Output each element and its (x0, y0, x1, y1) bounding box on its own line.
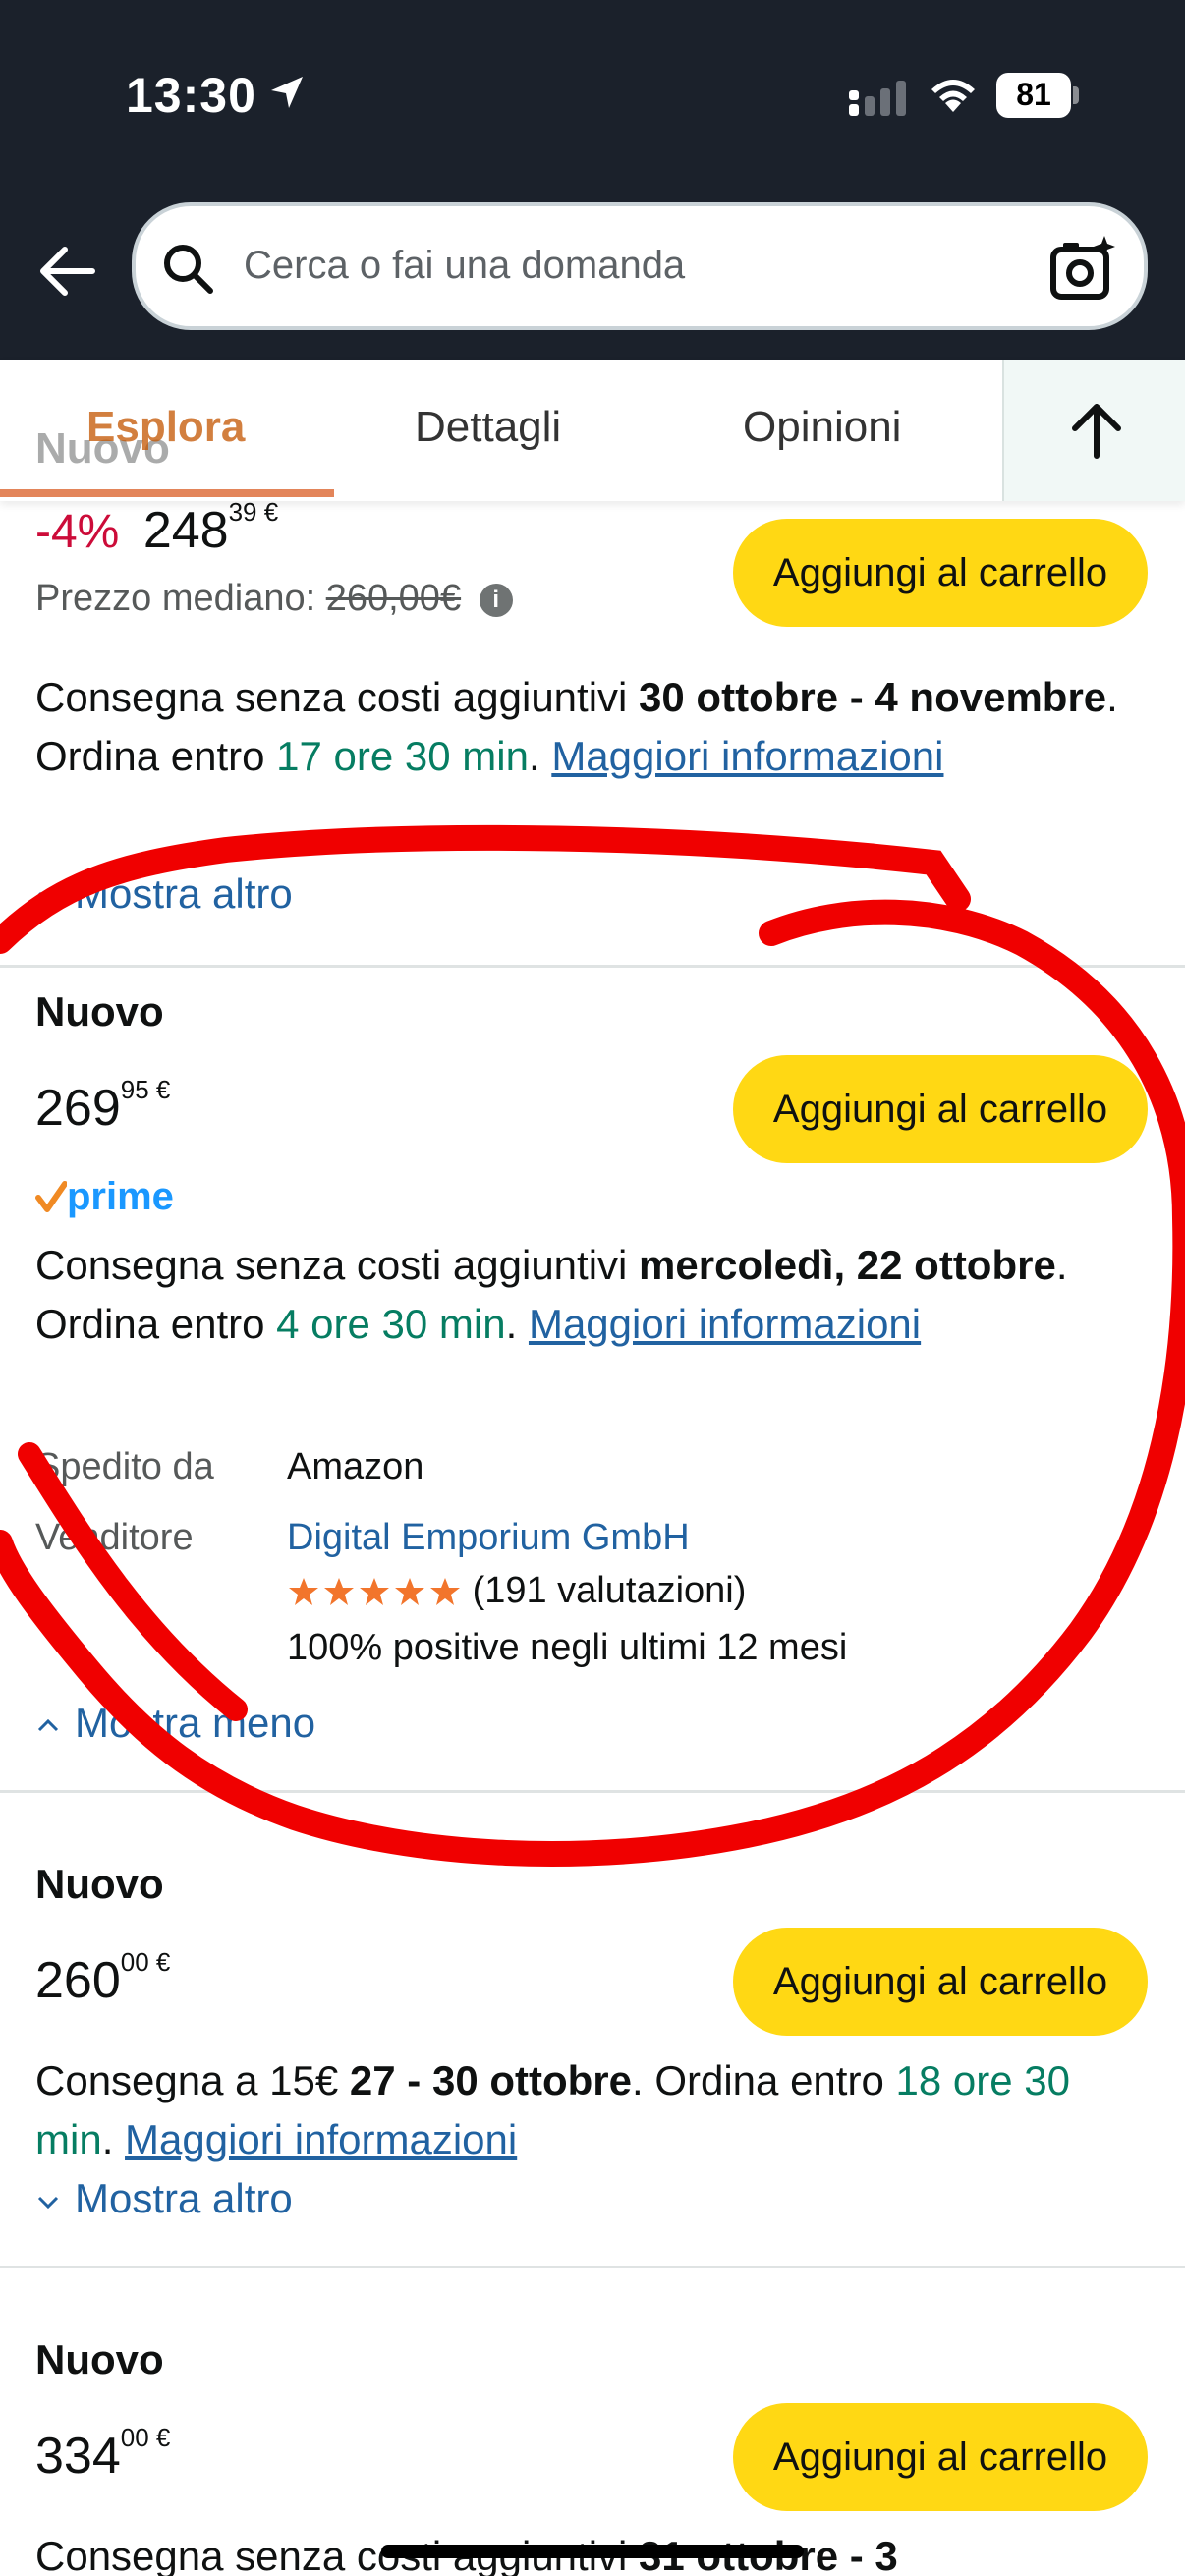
home-indicator (381, 2545, 804, 2558)
rating-count: (191 valutazioni) (472, 1570, 747, 1611)
more-info-link[interactable]: Maggiori informazioni (551, 733, 943, 779)
add-to-cart-button[interactable]: Aggiungi al carrello (733, 519, 1148, 627)
price-currency: € (155, 1947, 171, 1977)
delivery-prefix: Consegna senza costi aggiuntivi (35, 674, 640, 720)
delivery-prefix: Consegna a 15€ (35, 2057, 350, 2103)
discount-badge: -4% (35, 506, 120, 558)
offer-price: 26995 € (35, 1075, 170, 1138)
price-whole: 248 (142, 502, 229, 559)
tab-opinioni[interactable]: Opinioni (743, 403, 901, 452)
chevron-down-icon (37, 2196, 59, 2210)
tab-esplora[interactable]: Esplora (86, 403, 245, 452)
divider (0, 965, 1185, 968)
prime-check-icon (35, 1181, 68, 1212)
median-price-value: 260,00€ (325, 578, 462, 619)
price-currency: € (155, 1075, 171, 1104)
delivery-date: 27 - 30 ottobre (349, 2057, 632, 2103)
chevron-down-icon (37, 891, 59, 905)
delivery-date: 30 ottobre - 4 novembre (639, 674, 1107, 720)
scroll-to-top-button[interactable] (1002, 360, 1185, 501)
show-more-toggle[interactable]: Mostra altro (35, 2175, 293, 2222)
shipped-by-label: Spedito da (35, 1446, 214, 1487)
prime-badge: prime (35, 1175, 174, 1219)
tab-dettagli[interactable]: Dettagli (415, 403, 561, 452)
arrow-up-icon (1072, 404, 1121, 459)
price-whole: 334 (35, 2428, 121, 2485)
delivery-info: Consegna senza costi aggiuntivi 30 ottob… (35, 674, 1118, 779)
offer-condition: Nuovo (35, 2336, 164, 2382)
toggle-label: Mostra altro (75, 2175, 293, 2221)
seller-rating: (191 valutazioni) (287, 1570, 746, 1612)
order-prefix: . Ordina entro (632, 2057, 896, 2103)
active-tab-indicator (0, 489, 334, 497)
price-fraction: 00 (120, 1947, 149, 1977)
divider (0, 2266, 1185, 2268)
more-info-link[interactable]: Maggiori informazioni (125, 2116, 517, 2162)
seller-label: Venditore (35, 1517, 194, 1558)
more-info-link[interactable]: Maggiori informazioni (529, 1301, 921, 1347)
shipped-by-value: Amazon (287, 1446, 424, 1487)
price-currency: € (263, 497, 279, 527)
show-more-toggle[interactable]: Mostra altro (35, 870, 293, 918)
offer-condition: Nuovo (35, 1861, 164, 1907)
delivery-info: Consegna senza costi aggiuntivi mercoled… (35, 1242, 1068, 1347)
add-to-cart-button[interactable]: Aggiungi al carrello (733, 1928, 1148, 2036)
info-icon[interactable]: i (479, 583, 513, 617)
order-countdown: 17 ore 30 min (276, 733, 529, 779)
price-whole: 269 (35, 1080, 121, 1137)
chevron-up-icon (37, 1718, 59, 1731)
divider (0, 1790, 1185, 1793)
offer-condition: Nuovo (35, 988, 164, 1035)
toggle-label: Mostra meno (75, 1700, 316, 1746)
median-price-label: Prezzo mediano: (35, 578, 316, 619)
offer-1-price-row: -4% 24839 € (35, 497, 278, 560)
order-countdown: 4 ore 30 min (276, 1301, 506, 1347)
seller-link[interactable]: Digital Emporium GmbH (287, 1517, 690, 1559)
tab-bar: Nuovo Esplora Dettagli Opinioni (0, 360, 1185, 501)
price-fraction: 95 (120, 1075, 149, 1104)
toggle-label: Mostra altro (75, 870, 293, 917)
positive-feedback: 100% positive negli ultimi 12 mesi (287, 1627, 848, 1668)
delivery-date: mercoledì, 22 ottobre (639, 1242, 1056, 1288)
median-price-row: Prezzo mediano: 260,00€ i (35, 578, 513, 620)
show-less-toggle[interactable]: Mostra meno (35, 1700, 315, 1747)
price-currency: € (155, 2423, 171, 2452)
add-to-cart-button[interactable]: Aggiungi al carrello (733, 1055, 1148, 1163)
delivery-info: Consegna a 15€ 27 - 30 ottobre. Ordina e… (35, 2057, 1070, 2162)
delivery-prefix: Consegna senza costi aggiuntivi (35, 1242, 640, 1288)
rating-stars-icon (289, 1577, 460, 1605)
price-fraction: 00 (120, 2423, 149, 2452)
price-fraction: 39 (228, 497, 257, 527)
offer-price: 33400 € (35, 2423, 170, 2486)
add-to-cart-button[interactable]: Aggiungi al carrello (733, 2403, 1148, 2511)
prime-label: prime (67, 1175, 174, 1218)
offer-price: 26000 € (35, 1947, 170, 2010)
price-whole: 260 (35, 1952, 121, 2009)
offer-price: 24839 € (142, 497, 278, 559)
